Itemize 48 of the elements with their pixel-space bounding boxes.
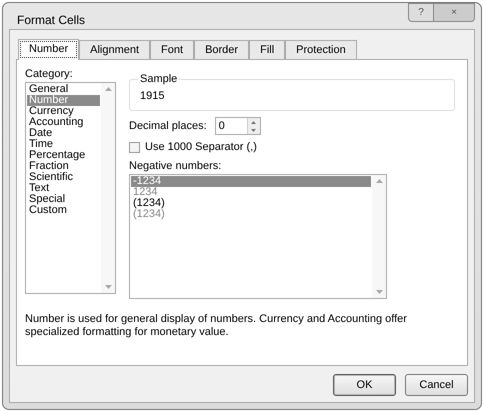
category-list[interactable]: General Number Currency Accounting Date Time Percentage Fraction Scientific Text Special Custom bbox=[25, 82, 116, 294]
number-format-text: (1234) bbox=[133, 197, 165, 209]
window-title: Format Cells bbox=[16, 12, 86, 27]
scrollbar[interactable] bbox=[101, 83, 115, 293]
tab[interactable]: Protection bbox=[285, 40, 357, 59]
list-item[interactable]: (1234) bbox=[131, 198, 371, 209]
list-item[interactable]: Special bbox=[27, 194, 100, 205]
list-item[interactable]: Time bbox=[27, 139, 100, 150]
list-item[interactable]: Text bbox=[27, 183, 100, 194]
tab[interactable]: Fill bbox=[249, 40, 286, 59]
list-item[interactable]: Percentage bbox=[27, 150, 100, 161]
tab[interactable]: Alignment bbox=[79, 40, 150, 59]
ok-button[interactable]: OK bbox=[333, 374, 396, 396]
list-item[interactable]: Currency bbox=[27, 106, 100, 117]
tab[interactable]: Number bbox=[18, 39, 80, 60]
negative-numbers-label: Negative numbers: bbox=[129, 160, 222, 172]
up-arrow-icon[interactable] bbox=[251, 120, 256, 124]
down-arrow-icon[interactable] bbox=[251, 128, 256, 132]
scroll-down-icon[interactable] bbox=[376, 290, 382, 294]
list-item[interactable]: 1234 bbox=[131, 187, 371, 198]
list-item[interactable]: General bbox=[27, 84, 100, 95]
number-format-text: 1234 bbox=[133, 186, 158, 198]
separator-label: Use 1000 Separator (,) bbox=[145, 141, 257, 153]
scroll-up-icon[interactable] bbox=[376, 179, 382, 183]
tab[interactable]: Font bbox=[150, 40, 194, 59]
sample-value: 1915 bbox=[140, 89, 166, 102]
help-button[interactable]: ? bbox=[408, 3, 434, 22]
scroll-up-icon[interactable] bbox=[104, 87, 112, 91]
scrollbar[interactable] bbox=[372, 175, 386, 298]
decimal-places-label: Decimal places: bbox=[129, 120, 207, 132]
number-format-text: -1234 bbox=[133, 175, 162, 187]
negative-numbers-list[interactable]: -1234 1234 (1234) (1234) bbox=[129, 174, 387, 299]
number-format-text: (1234) bbox=[133, 208, 165, 220]
list-item[interactable]: Custom bbox=[27, 205, 100, 216]
list-item[interactable]: Accounting bbox=[27, 117, 100, 128]
checkbox[interactable] bbox=[129, 142, 140, 152]
list-item[interactable]: Fraction bbox=[27, 161, 100, 172]
close-button[interactable]: × bbox=[434, 3, 475, 22]
tab[interactable]: Border bbox=[194, 40, 250, 59]
decimal-places-spinner[interactable]: 0 bbox=[214, 117, 261, 135]
description-text: Number is used for general display of numbers. Currency and Accounting offer specialized formatting for monetary value. bbox=[25, 313, 408, 339]
sample-label: Sample bbox=[138, 73, 180, 85]
cancel-button[interactable]: Cancel bbox=[405, 374, 468, 396]
list-item[interactable]: (1234) bbox=[131, 209, 371, 220]
category-label: Category: bbox=[25, 68, 74, 80]
list-item[interactable]: Date bbox=[27, 128, 100, 139]
scroll-down-icon[interactable] bbox=[104, 285, 112, 289]
list-item[interactable]: Scientific bbox=[27, 172, 100, 183]
